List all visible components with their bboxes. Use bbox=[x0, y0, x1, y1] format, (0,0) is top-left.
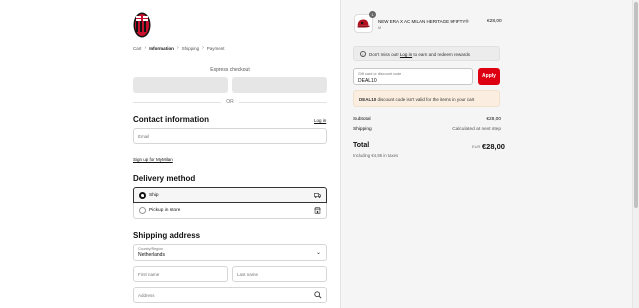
discount-error-message: DEAL10 discount code isn't valid for the… bbox=[359, 97, 474, 102]
shipping-row: Shipping Calculated at next step bbox=[353, 127, 501, 132]
cap-image bbox=[357, 19, 371, 28]
delivery-option-label: Ship bbox=[149, 193, 159, 198]
radio-button[interactable] bbox=[139, 207, 146, 214]
shipping-label: Shipping bbox=[353, 127, 372, 132]
login-link[interactable]: Log in bbox=[314, 118, 326, 123]
quantity-badge: 1 bbox=[369, 11, 376, 18]
or-divider: OR bbox=[133, 99, 327, 105]
total-currency: EUR bbox=[472, 144, 481, 149]
search-icon[interactable] bbox=[314, 291, 322, 299]
breadcrumb-payment: Payment bbox=[206, 45, 225, 51]
scrollbar[interactable] bbox=[632, 0, 639, 308]
chevron-down-icon: ⌄ bbox=[315, 250, 321, 256]
ac-milan-logo[interactable] bbox=[133, 12, 151, 38]
taxes-note: Including €4,86 in taxes bbox=[353, 153, 399, 158]
error-text: discount code isn't valid for the items … bbox=[377, 97, 475, 102]
breadcrumb-shipping: Shipping bbox=[181, 45, 200, 51]
rewards-banner: i Don't miss out! Log in to earn and red… bbox=[353, 46, 500, 61]
last-name-field[interactable]: Last name bbox=[232, 266, 327, 282]
rewards-login-link[interactable]: Log in bbox=[400, 52, 412, 57]
email-placeholder: Email bbox=[138, 134, 150, 139]
first-name-placeholder: First name bbox=[138, 272, 160, 277]
store-icon bbox=[314, 207, 321, 214]
first-name-field[interactable]: First name bbox=[133, 266, 228, 282]
discount-error-notice: DEAL10 discount code isn't valid for the… bbox=[353, 90, 500, 107]
total-value: €28,00 bbox=[482, 142, 505, 151]
discount-code-input[interactable]: Gift card or discount code DEAL10 bbox=[353, 68, 473, 85]
delivery-title: Delivery method bbox=[133, 174, 196, 183]
scrollbar-thumb[interactable] bbox=[634, 2, 638, 208]
signup-link[interactable]: Sign up for MyMilan bbox=[133, 157, 173, 162]
checkout-main: Cart › Information › Shipping › Payment … bbox=[0, 0, 340, 308]
express-checkout-title: Express checkout bbox=[210, 67, 250, 73]
express-pay-button[interactable] bbox=[133, 77, 228, 93]
discount-value: DEAL10 bbox=[358, 78, 377, 84]
shipping-title: Shipping address bbox=[133, 231, 201, 240]
breadcrumb-cart[interactable]: Cart bbox=[133, 46, 142, 51]
truck-icon bbox=[314, 193, 321, 198]
breadcrumb: Cart › Information › Shipping › Payment bbox=[133, 45, 225, 51]
info-icon: i bbox=[360, 51, 366, 57]
email-field[interactable]: Email bbox=[133, 128, 327, 144]
country-value: Netherlands bbox=[138, 252, 165, 258]
delivery-option-ship[interactable]: Ship bbox=[133, 187, 327, 203]
subtotal-row: Subtotal €28,00 bbox=[353, 117, 501, 122]
country-label: Country/Region bbox=[138, 247, 163, 251]
chevron-right-icon: › bbox=[202, 45, 204, 51]
radio-button[interactable] bbox=[139, 192, 146, 199]
chevron-right-icon: › bbox=[176, 45, 179, 51]
subtotal-label: Subtotal bbox=[353, 117, 371, 122]
shipping-value: Calculated at next step bbox=[452, 127, 501, 132]
express-pay-button[interactable] bbox=[232, 77, 327, 93]
product-name: NEW ERA X AC MILAN HERITAGE 9FIFTY® bbox=[378, 19, 469, 24]
delivery-option-pickup[interactable]: Pickup in store bbox=[133, 203, 327, 219]
subtotal-value: €28,00 bbox=[486, 117, 501, 122]
contact-title: Contact information bbox=[133, 115, 209, 124]
country-select[interactable]: Country/Region Netherlands ⌄ bbox=[133, 244, 327, 261]
or-label: OR bbox=[226, 99, 234, 105]
product-price: €28,00 bbox=[487, 19, 502, 24]
product-variant: M bbox=[378, 26, 382, 30]
address-field[interactable]: Address bbox=[133, 287, 327, 303]
discount-label: Gift card or discount code bbox=[358, 72, 402, 76]
last-name-placeholder: Last name bbox=[237, 272, 259, 277]
rewards-prefix: Don't miss out! bbox=[369, 52, 399, 57]
error-code: DEAL10 bbox=[359, 97, 377, 102]
total-label: Total bbox=[353, 142, 370, 149]
address-placeholder: Address bbox=[138, 293, 155, 298]
delivery-option-label: Pickup in store bbox=[149, 208, 181, 213]
rewards-message: Don't miss out! Log in to earn and redee… bbox=[369, 52, 470, 57]
rewards-suffix: to earn and redeem rewards bbox=[413, 52, 470, 57]
breadcrumb-information: Information bbox=[149, 45, 174, 51]
apply-button[interactable]: Apply bbox=[478, 68, 500, 85]
chevron-right-icon: › bbox=[144, 45, 147, 51]
